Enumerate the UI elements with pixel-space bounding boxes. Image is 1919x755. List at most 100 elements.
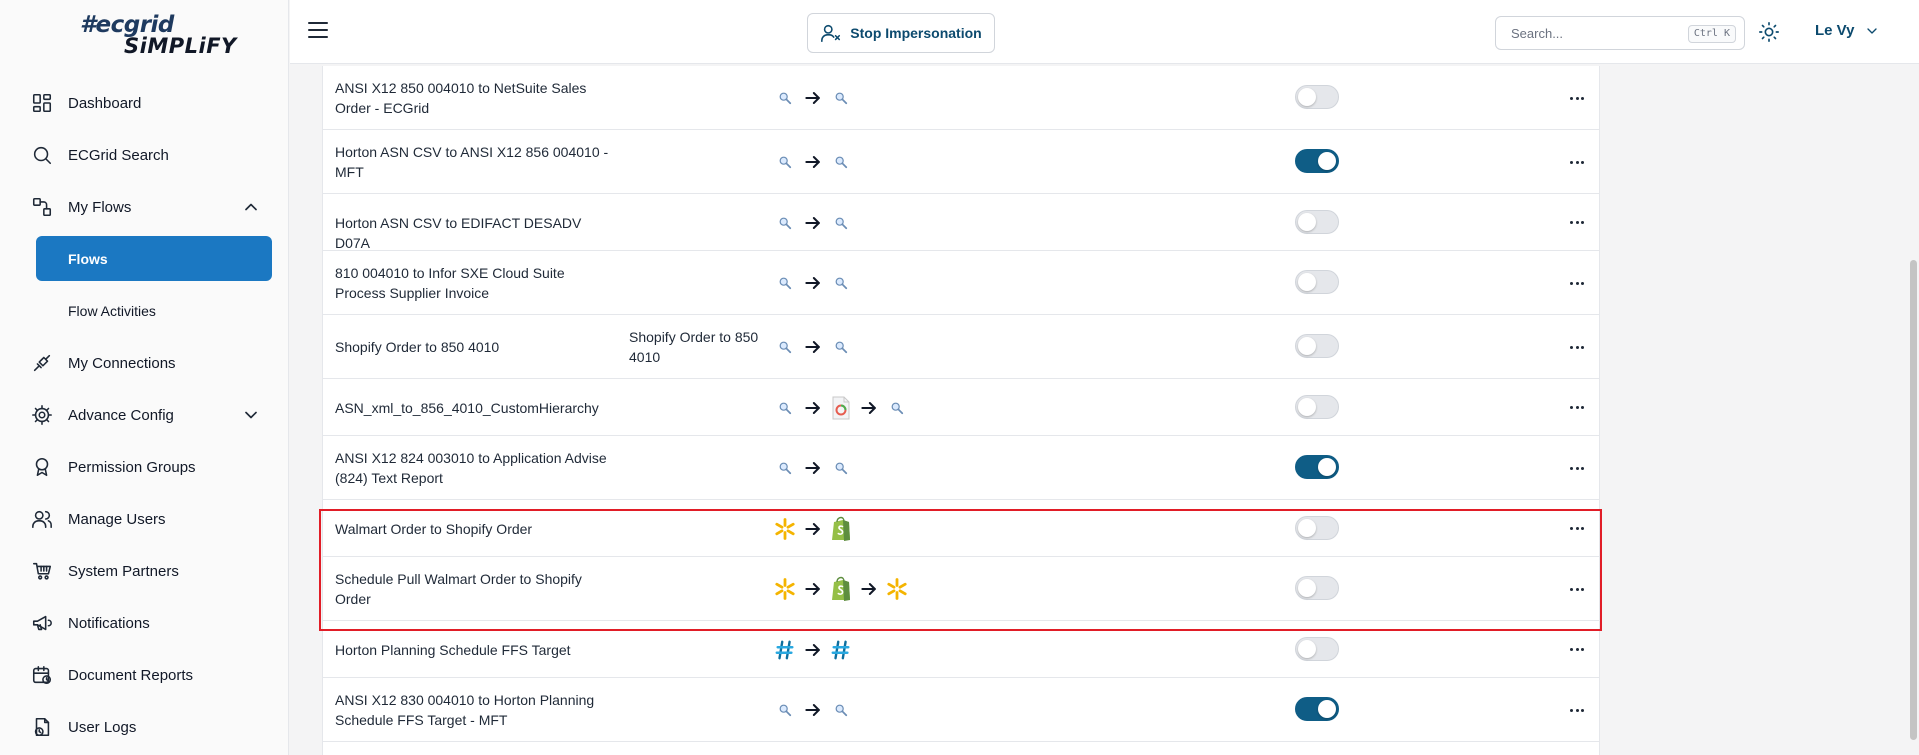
flow-name[interactable]: Schedule Pull Walmart Order to Shopify O… — [335, 569, 615, 609]
walmart-spark-icon — [883, 575, 911, 603]
badge-icon — [30, 455, 54, 479]
more-options-icon[interactable] — [1565, 519, 1589, 539]
flow-steps — [771, 575, 911, 603]
flow-name[interactable]: ANSI X12 830 004010 to Horton Planning S… — [335, 690, 615, 730]
more-options-icon[interactable] — [1565, 398, 1589, 418]
flow-name[interactable]: 810 004010 to Infor SXE Cloud Suite Proc… — [335, 263, 615, 303]
flow-name[interactable]: Shopify Order to 850 4010 — [335, 337, 615, 357]
more-options-icon[interactable] — [1565, 152, 1589, 172]
flow-enabled-toggle[interactable] — [1295, 697, 1339, 721]
table-row[interactable]: ANSI X12 850 004010 to NetSuite Sales Or… — [323, 66, 1599, 130]
sidebar-item-advance-config[interactable]: Advance Config — [30, 392, 273, 438]
chevron-up-icon[interactable] — [241, 197, 261, 217]
flow-enabled-toggle[interactable] — [1295, 85, 1339, 109]
flow-name[interactable]: Walmart Order to Shopify Order — [335, 519, 615, 539]
sidebar-item-manage-users[interactable]: Manage Users — [30, 496, 273, 542]
flow-enabled-toggle[interactable] — [1295, 515, 1339, 540]
more-options-icon[interactable] — [1565, 337, 1589, 357]
gear-icon — [30, 403, 54, 427]
search-icon — [827, 148, 855, 176]
flow-steps — [771, 333, 855, 361]
arrow-right-icon — [799, 636, 827, 664]
flow-name[interactable]: ANSI X12 824 003010 to Application Advis… — [335, 448, 615, 488]
more-options-icon[interactable] — [1565, 273, 1589, 293]
flow-name[interactable]: ANSI X12 850 004010 to NetSuite Sales Or… — [335, 78, 615, 118]
arrow-right-icon — [855, 394, 883, 422]
arrow-right-icon — [855, 575, 883, 603]
flow-enabled-toggle[interactable] — [1295, 636, 1339, 661]
flow-name[interactable]: ASN_xml_to_856_4010_CustomHierarchy — [335, 398, 615, 418]
table-row[interactable]: Horton ASN CSV to EDIFACT DESADV D07A — [323, 194, 1599, 251]
table-row[interactable]: ANSI X12 824 003010 to Application Advis… — [323, 436, 1599, 500]
flow-enabled-toggle[interactable] — [1295, 576, 1339, 600]
more-options-icon[interactable] — [1565, 88, 1589, 108]
sidebar-item-notifications[interactable]: Notifications — [30, 600, 273, 646]
sidebar-item-system-partners[interactable]: System Partners — [30, 548, 273, 594]
stop-impersonation-button[interactable]: Stop Impersonation — [807, 13, 995, 53]
flow-enabled-toggle[interactable] — [1295, 149, 1339, 173]
table-row[interactable]: Horton Planning Schedule FFS Target — [323, 621, 1599, 678]
user-menu[interactable]: Le Vy — [1815, 22, 1880, 39]
toggle-knob — [1318, 152, 1336, 170]
sidebar-item-ecgrid-search[interactable]: ECGrid Search — [30, 132, 273, 178]
flow-enabled-toggle[interactable] — [1295, 270, 1339, 294]
flow-enabled-toggle[interactable] — [1295, 334, 1339, 358]
search-icon — [771, 394, 799, 422]
sidebar-item-user-logs[interactable]: User Logs — [30, 704, 273, 750]
chevron-down-icon[interactable] — [241, 405, 261, 425]
flow-name[interactable]: Horton ASN CSV to EDIFACT DESADV D07A — [335, 213, 615, 253]
sidebar-item-flows[interactable]: Flows — [36, 236, 272, 281]
arrow-right-icon — [799, 575, 827, 603]
more-options-icon[interactable] — [1565, 458, 1589, 478]
toggle-knob — [1318, 458, 1336, 476]
sun-icon[interactable] — [1758, 21, 1780, 43]
sidebar-item-document-reports[interactable]: Document Reports — [30, 652, 273, 698]
table-row[interactable]: Horton ASN CSV to ANSI X12 856 004010 - … — [323, 130, 1599, 194]
more-options-icon[interactable] — [1565, 640, 1589, 660]
search-icon — [827, 269, 855, 297]
ecgrid-simplify-logo[interactable]: #ecgrid SiMPLiFY — [78, 12, 236, 58]
flow-steps — [771, 515, 855, 543]
sidebar-item-permission-groups[interactable]: Permission Groups — [30, 444, 273, 490]
page-scrollbar[interactable] — [1910, 260, 1917, 740]
table-row[interactable]: Walmart Order to Shopify Order — [323, 500, 1599, 557]
more-options-icon[interactable] — [1565, 213, 1589, 233]
arrow-right-icon — [799, 515, 827, 543]
arrow-right-icon — [799, 696, 827, 724]
toggle-knob — [1298, 639, 1316, 658]
search-icon — [771, 84, 799, 112]
sidebar-item-my-connections[interactable]: My Connections — [30, 340, 273, 386]
hamburger-menu-icon[interactable] — [308, 22, 328, 40]
flow-name[interactable]: Horton ASN CSV to ANSI X12 856 004010 - … — [335, 142, 615, 182]
table-row[interactable]: ANSI X12 830 004010 to Horton Planning S… — [323, 678, 1599, 742]
logo-line-2: SiMPLiFY — [124, 34, 237, 58]
document-icon — [827, 394, 855, 422]
table-row[interactable]: ASN_xml_to_856_4010_CustomHierarchy — [323, 379, 1599, 436]
search-icon — [771, 148, 799, 176]
sidebar: #ecgrid SiMPLiFY Dashboard ECGrid Search… — [0, 0, 289, 755]
hash-icon — [827, 636, 855, 664]
more-options-icon[interactable] — [1565, 579, 1589, 599]
toggle-knob — [1298, 88, 1316, 106]
table-row[interactable]: Shopify Order to 850 4010 Shopify Order t… — [323, 315, 1599, 379]
toggle-knob — [1298, 579, 1316, 597]
sidebar-item-flow-activities[interactable]: Flow Activities — [36, 288, 272, 333]
sidebar-item-dashboard[interactable]: Dashboard — [30, 80, 273, 126]
flow-steps — [771, 148, 855, 176]
flow-steps — [771, 696, 855, 724]
toggle-knob — [1298, 212, 1316, 231]
sidebar-item-my-flows[interactable]: My Flows — [30, 184, 273, 230]
search-icon — [771, 209, 799, 237]
flow-enabled-toggle[interactable] — [1295, 209, 1339, 234]
flow-name[interactable]: Horton Planning Schedule FFS Target — [335, 640, 615, 660]
flow-enabled-toggle[interactable] — [1295, 455, 1339, 479]
more-options-icon[interactable] — [1565, 700, 1589, 720]
sidebar-item-label: Document Reports — [68, 666, 194, 684]
search-input[interactable] — [1496, 17, 1686, 49]
search-icon — [827, 333, 855, 361]
top-header: Stop Impersonation Ctrl K Le Vy — [290, 0, 1919, 64]
flow-enabled-toggle[interactable] — [1295, 394, 1339, 419]
table-row[interactable]: Schedule Pull Walmart Order to Shopify O… — [323, 557, 1599, 621]
table-row[interactable]: 810 004010 to Infor SXE Cloud Suite Proc… — [323, 251, 1599, 315]
arrow-right-icon — [799, 454, 827, 482]
